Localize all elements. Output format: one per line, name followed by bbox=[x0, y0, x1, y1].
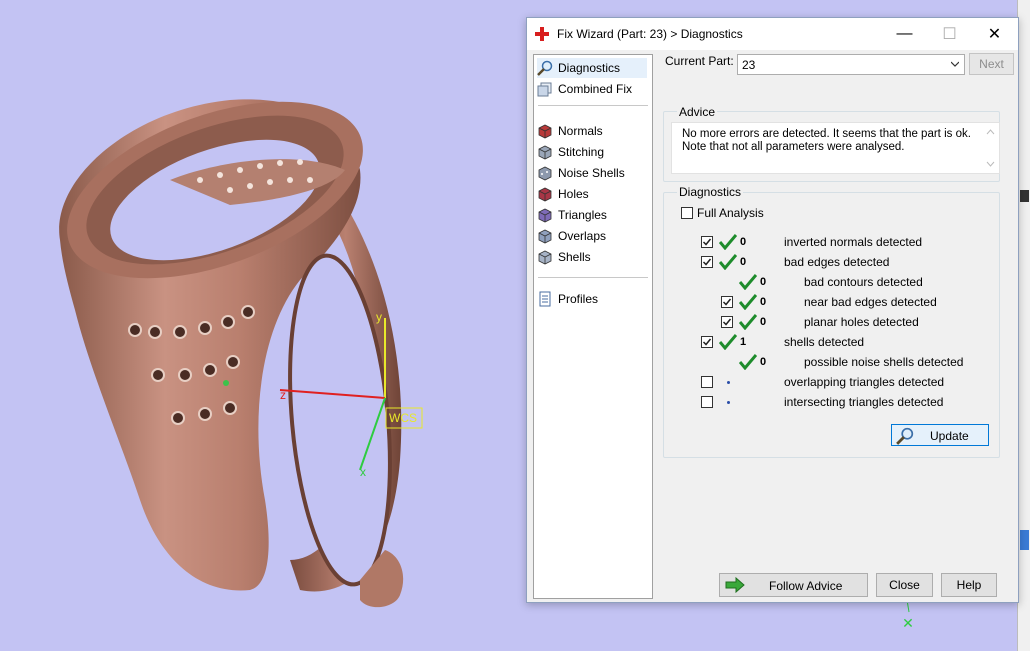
sidebar-item-label: Overlaps bbox=[558, 229, 607, 243]
maximize-button[interactable]: ☐ bbox=[927, 18, 972, 50]
intersecting-triangles-label: intersecting triangles detected bbox=[784, 395, 944, 409]
follow-advice-label: Follow Advice bbox=[769, 579, 843, 593]
not-analysed-dot-icon bbox=[727, 401, 730, 404]
not-analysed-dot-icon bbox=[727, 381, 730, 384]
green-check-icon bbox=[739, 274, 757, 290]
noise-shells-label: possible noise shells detected bbox=[804, 355, 964, 369]
near-bad-edges-checkbox[interactable] bbox=[721, 296, 733, 308]
overlapping-triangles-checkbox[interactable] bbox=[701, 376, 713, 388]
full-analysis-checkbox[interactable] bbox=[681, 207, 693, 219]
title-bar[interactable]: Fix Wizard (Part: 23) > Diagnostics — ☐ … bbox=[527, 18, 1018, 50]
bad-edges-checkbox[interactable] bbox=[701, 256, 713, 268]
sidebar-item-normals[interactable]: Normals bbox=[537, 121, 647, 141]
shells-label: shells detected bbox=[784, 335, 865, 349]
wizard-sidebar: Diagnostics Combined Fix Normals Stitchi… bbox=[533, 54, 653, 599]
sidebar-item-label: Diagnostics bbox=[558, 61, 621, 75]
sidebar-item-stitching[interactable]: Stitching bbox=[537, 142, 647, 162]
advice-text-line: Note that not all parameters were analys… bbox=[682, 141, 905, 153]
sidebar-divider bbox=[538, 277, 648, 278]
sidebar-item-diagnostics[interactable]: Diagnostics bbox=[537, 58, 647, 78]
green-arrow-icon bbox=[725, 577, 745, 593]
advice-textbox: No more errors are detected. It seems th… bbox=[671, 122, 1000, 174]
close-button[interactable]: Close bbox=[876, 573, 933, 597]
sidebar-item-label: Normals bbox=[558, 124, 603, 138]
chevron-down-icon bbox=[951, 61, 959, 67]
follow-advice-button[interactable]: Follow Advice bbox=[719, 573, 868, 597]
current-part-select[interactable]: 23 bbox=[737, 54, 965, 75]
cubes-icon bbox=[537, 82, 552, 97]
green-check-icon bbox=[739, 354, 757, 370]
magnifier-icon bbox=[537, 60, 553, 76]
shells-cube-icon bbox=[538, 250, 552, 265]
bad-edges-label: bad edges detected bbox=[784, 255, 890, 269]
near-bad-edges-label: near bad edges detected bbox=[804, 295, 937, 309]
advice-title: Advice bbox=[677, 105, 718, 119]
sidebar-item-shells[interactable]: Shells bbox=[537, 247, 647, 267]
minimize-button[interactable]: — bbox=[882, 18, 927, 50]
x-axis-label: x bbox=[360, 465, 366, 479]
z-axis-label: z bbox=[280, 388, 286, 402]
help-button[interactable]: Help bbox=[941, 573, 997, 597]
noise-shells-count: 0 bbox=[760, 356, 767, 368]
planar-holes-label: planar holes detected bbox=[804, 315, 919, 329]
fix-wizard-dialog: Fix Wizard (Part: 23) > Diagnostics — ☐ … bbox=[526, 17, 1019, 603]
diagnostics-title: Diagnostics bbox=[677, 185, 744, 199]
green-check-icon bbox=[719, 234, 737, 250]
sidebar-item-profiles[interactable]: Profiles bbox=[537, 289, 647, 309]
advice-text-line: No more errors are detected. It seems th… bbox=[682, 128, 971, 140]
sidebar-item-label: Triangles bbox=[558, 208, 607, 222]
inverted-normals-checkbox[interactable] bbox=[701, 236, 713, 248]
overlaps-cube-icon bbox=[538, 229, 552, 244]
green-check-icon bbox=[739, 314, 757, 330]
inverted-normals-label: inverted normals detected bbox=[784, 235, 923, 249]
sidebar-item-label: Noise Shells bbox=[558, 166, 625, 180]
update-label: Update bbox=[930, 429, 969, 443]
sidebar-item-label: Profiles bbox=[558, 292, 599, 306]
planar-holes-checkbox[interactable] bbox=[721, 316, 733, 328]
sidebar-item-triangles[interactable]: Triangles bbox=[537, 205, 647, 225]
bad-contours-count: 0 bbox=[760, 276, 767, 288]
green-check-icon bbox=[719, 334, 737, 350]
sidebar-item-label: Stitching bbox=[558, 145, 605, 159]
bad-edges-count: 0 bbox=[740, 256, 747, 268]
y-axis-label: y bbox=[376, 310, 382, 324]
sidebar-item-holes[interactable]: Holes bbox=[537, 184, 647, 204]
noise-shells-icon bbox=[538, 166, 552, 181]
magnifier-icon bbox=[896, 427, 914, 445]
shells-count: 1 bbox=[740, 336, 747, 348]
inverted-normals-count: 0 bbox=[740, 236, 747, 248]
holes-cube-icon bbox=[538, 187, 552, 202]
green-check-icon bbox=[719, 254, 737, 270]
window-title: Fix Wizard (Part: 23) > Diagnostics bbox=[557, 27, 743, 41]
current-part-value: 23 bbox=[742, 58, 756, 72]
planar-holes-count: 0 bbox=[760, 316, 767, 328]
svg-text:✕: ✕ bbox=[902, 615, 914, 631]
stitching-cube-icon bbox=[538, 145, 552, 160]
close-window-button[interactable]: ✕ bbox=[972, 18, 1017, 50]
green-check-icon bbox=[739, 294, 757, 310]
sidebar-item-label: Holes bbox=[558, 187, 589, 201]
document-icon bbox=[539, 291, 551, 307]
intersecting-triangles-checkbox[interactable] bbox=[701, 396, 713, 408]
sidebar-item-label: Shells bbox=[558, 250, 591, 264]
current-part-label: Current Part: bbox=[665, 54, 734, 68]
sidebar-item-noise-shells[interactable]: Noise Shells bbox=[537, 163, 647, 183]
full-analysis-label: Full Analysis bbox=[697, 206, 764, 220]
normals-cube-icon bbox=[538, 124, 552, 139]
sidebar-divider bbox=[538, 105, 648, 106]
red-cross-app-icon bbox=[535, 27, 549, 41]
update-button[interactable]: Update bbox=[891, 424, 989, 446]
sidebar-item-label: Combined Fix bbox=[558, 82, 633, 96]
advice-scrollbar[interactable] bbox=[982, 123, 999, 173]
sidebar-item-combined-fix[interactable]: Combined Fix bbox=[537, 79, 647, 99]
overlapping-triangles-label: overlapping triangles detected bbox=[784, 375, 945, 389]
near-bad-edges-count: 0 bbox=[760, 296, 767, 308]
shells-checkbox[interactable] bbox=[701, 336, 713, 348]
bad-contours-label: bad contours detected bbox=[804, 275, 923, 289]
triangles-cube-icon bbox=[538, 208, 552, 223]
sidebar-item-overlaps[interactable]: Overlaps bbox=[537, 226, 647, 246]
wcs-label: WCS bbox=[389, 411, 417, 425]
next-button[interactable]: Next bbox=[969, 53, 1014, 75]
